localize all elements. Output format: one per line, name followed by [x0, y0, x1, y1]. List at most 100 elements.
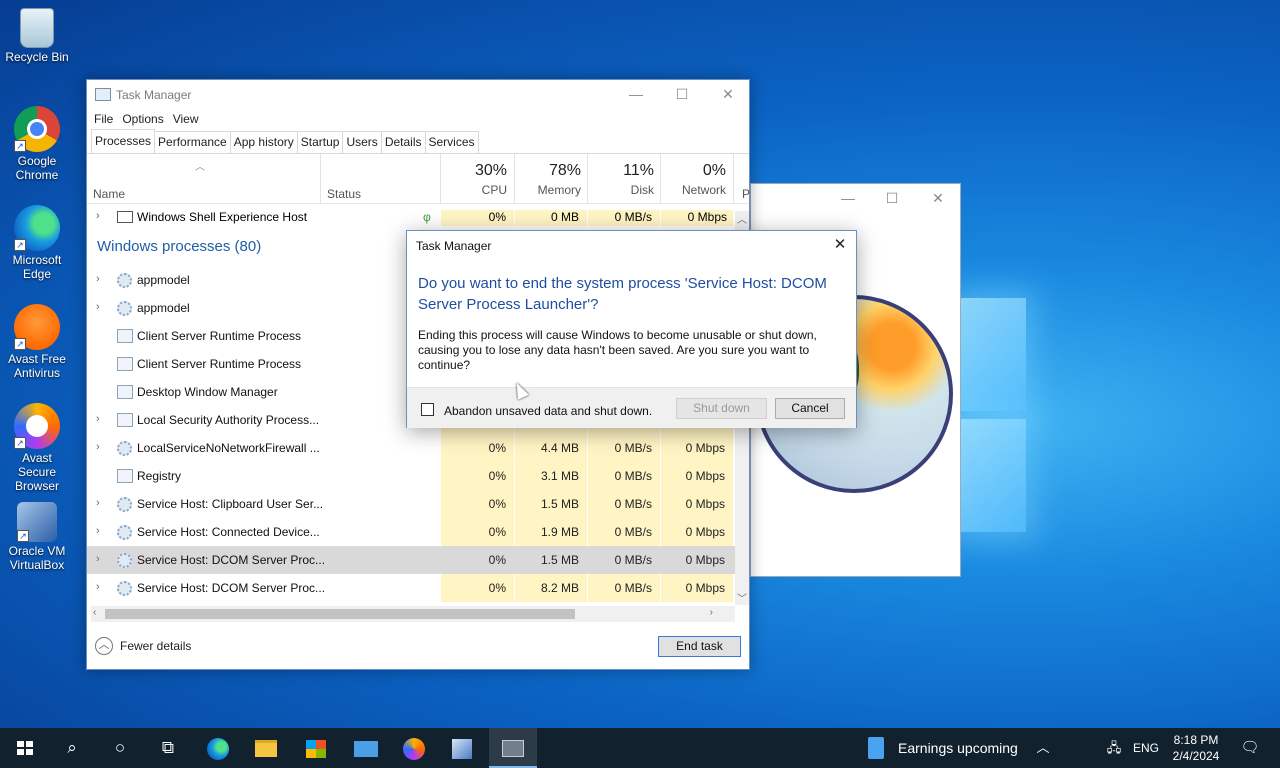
mail-icon[interactable]	[342, 728, 390, 768]
table-row[interactable]: › Service Host: Connected Device... 0% 1.9 …	[87, 518, 735, 546]
menu-options[interactable]: Options	[121, 112, 170, 126]
column-name[interactable]: Name	[93, 187, 125, 201]
virtualbox-icon[interactable]	[438, 728, 486, 768]
desktop-icon-avast-browser[interactable]: ↗ Avast Secure Browser	[2, 403, 72, 493]
title-bar[interactable]: Task Manager — ☐ ✕	[87, 80, 749, 108]
chevron-right-icon[interactable]: ›	[96, 273, 100, 285]
column-status[interactable]: Status	[327, 187, 361, 201]
close-icon[interactable]: ✕	[705, 80, 751, 108]
news-widget[interactable]: Earnings upcoming	[868, 728, 1018, 768]
language-indicator[interactable]: ENG	[1133, 741, 1159, 755]
scroll-right-icon[interactable]: ›	[710, 607, 713, 618]
tab-services[interactable]: Services	[424, 131, 479, 153]
column-disk[interactable]: 11% Disk	[588, 162, 660, 197]
disk-cell: 0 MB/s	[588, 518, 660, 546]
tab-details[interactable]: Details	[380, 131, 426, 153]
scroll-down-icon[interactable]: ﹀	[737, 590, 747, 605]
close-icon[interactable]: ✕	[825, 234, 855, 256]
cpu-cell: 0%	[441, 462, 514, 490]
tab-startup[interactable]: Startup	[296, 131, 344, 153]
table-row[interactable]: › LocalServiceNoNetworkFirewall ... 0% 4.4 …	[87, 434, 735, 462]
column-power[interactable]: P	[742, 187, 750, 201]
avast-browser-icon: ↗	[14, 403, 60, 449]
desktop-icon-label: Google Chrome	[15, 154, 59, 182]
menu-view[interactable]: View	[172, 112, 206, 126]
chevron-right-icon[interactable]: ›	[96, 413, 100, 425]
menu-file[interactable]: File	[93, 112, 120, 126]
cancel-button[interactable]: Cancel	[775, 398, 845, 419]
memory-cell: 3.1 MB	[515, 462, 587, 490]
tab-bar: Processes Performance App history Startu…	[87, 129, 749, 154]
network-cell: 0 Mbps	[661, 210, 733, 226]
maximize-icon[interactable]: ☐	[869, 184, 915, 212]
column-network[interactable]: 0% Network	[660, 162, 732, 197]
abandon-data-checkbox[interactable]	[421, 403, 434, 416]
task-view-icon[interactable]: ⧉	[144, 728, 192, 768]
chevron-right-icon[interactable]: ›	[96, 553, 100, 565]
partial-process-row[interactable]: › Windows Shell Experience Host φ 0% 0 M…	[87, 210, 735, 226]
table-row[interactable]: › Service Host: Clipboard User Ser... 0% 1.…	[87, 490, 735, 518]
desktop-icon-recycle-bin[interactable]: Recycle Bin	[2, 8, 72, 64]
minimize-icon[interactable]: —	[825, 184, 871, 212]
horizontal-scrollbar[interactable]: ‹ ›	[91, 606, 735, 622]
desktop-icon-chrome[interactable]: ↗ Google Chrome	[2, 106, 72, 182]
chevron-right-icon[interactable]: ›	[96, 525, 100, 537]
chevron-right-icon[interactable]: ›	[96, 497, 100, 509]
close-icon[interactable]: ✕	[915, 184, 961, 212]
disk-label: Disk	[630, 183, 654, 197]
abandon-data-label[interactable]: Abandon unsaved data and shut down.	[444, 404, 652, 418]
process-name: Registry	[137, 469, 182, 483]
chevron-up-icon[interactable]: ︿	[1019, 728, 1067, 768]
shut-down-button[interactable]: Shut down	[676, 398, 767, 419]
task-manager-icon[interactable]	[489, 728, 537, 768]
table-row[interactable]: Registry 0% 3.1 MB 0 MB/s 0 Mbps	[87, 462, 735, 490]
chevron-right-icon[interactable]: ›	[96, 441, 100, 453]
file-explorer-icon[interactable]	[242, 728, 290, 768]
store-icon[interactable]	[292, 728, 340, 768]
scroll-left-icon[interactable]: ‹	[93, 607, 96, 618]
tab-processes[interactable]: Processes	[91, 129, 156, 153]
process-name: Service Host: Clipboard User Ser...	[137, 497, 324, 511]
tab-users[interactable]: Users	[342, 131, 382, 153]
network-icon[interactable]: 🖧	[1090, 728, 1138, 768]
desktop-icon-edge[interactable]: ↗ Microsoft Edge	[2, 205, 72, 281]
edge-icon[interactable]	[194, 728, 242, 768]
menu-bar: File Options View	[87, 108, 749, 130]
news-icon	[868, 737, 884, 759]
column-memory[interactable]: 78% Memory	[515, 162, 587, 197]
minimize-icon[interactable]: —	[613, 80, 659, 108]
table-row[interactable]: › Service Host: DCOM Server Proc... 0% 8.2 …	[87, 574, 735, 602]
gear-icon	[117, 497, 132, 512]
tab-app-history[interactable]: App history	[229, 131, 298, 153]
fewer-details-link[interactable]: ︿ Fewer details	[95, 637, 191, 655]
memory-cell: 1.9 MB	[515, 518, 587, 546]
network-cell: 0 Mbps	[661, 518, 733, 546]
scroll-up-icon[interactable]: ︿	[737, 211, 747, 226]
start-button[interactable]	[0, 728, 48, 768]
horizontal-scroll-thumb[interactable]	[105, 609, 575, 619]
disk-cell: 0 MB/s	[588, 574, 660, 602]
tab-performance[interactable]: Performance	[154, 131, 231, 153]
column-cpu[interactable]: 30% CPU	[441, 162, 513, 197]
cortana-icon[interactable]: ○	[96, 728, 144, 768]
desktop-icon-virtualbox[interactable]: ↗ Oracle VM VirtualBox	[2, 502, 72, 572]
maximize-icon[interactable]: ☐	[659, 80, 705, 108]
end-task-button[interactable]: End task	[658, 636, 741, 657]
desktop-icon-avast[interactable]: ↗ Avast Free Antivirus	[2, 304, 72, 380]
chevron-right-icon[interactable]: ›	[96, 301, 100, 313]
group-header-label: Windows processes (80)	[97, 238, 262, 255]
disk-cell: 0 MB/s	[588, 490, 660, 518]
fewer-details-label: Fewer details	[120, 639, 192, 653]
clock-time[interactable]: 8:18 PM	[1173, 733, 1219, 747]
end-process-dialog[interactable]: Task Manager ✕ Do you want to end the sy…	[406, 230, 857, 428]
dialog-heading: Do you want to end the system process 'S…	[418, 275, 827, 313]
notification-icon[interactable]: 🗨	[1226, 728, 1274, 768]
chevron-right-icon[interactable]: ›	[96, 581, 100, 593]
avast-browser-icon[interactable]	[390, 728, 438, 768]
table-row[interactable]: › Service Host: DCOM Server Proc... 0% 1.5 …	[87, 546, 735, 574]
search-icon[interactable]: ⌕	[48, 728, 96, 768]
clock-date[interactable]: 2/4/2024	[1171, 749, 1221, 763]
chevron-up-icon: ︿	[95, 637, 113, 655]
gear-icon	[117, 301, 132, 316]
taskbar: ⌕ ○ ⧉ Earnings upcoming ︿ 🖧 ENG 8:18 PM …	[0, 728, 1280, 768]
